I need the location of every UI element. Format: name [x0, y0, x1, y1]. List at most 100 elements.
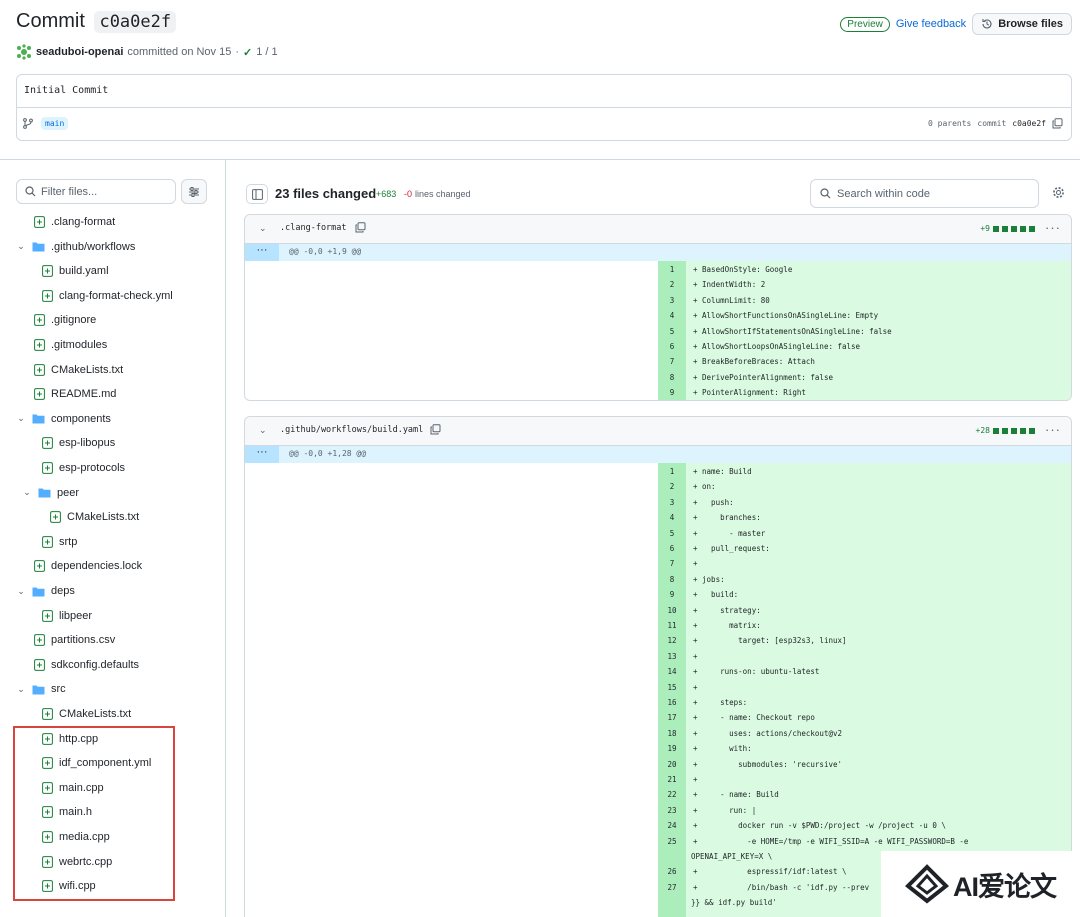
author-link[interactable]: seaduboi-openai [36, 46, 123, 58]
line-number[interactable]: 16 [658, 698, 686, 707]
line-number[interactable]: 2 [658, 280, 686, 289]
expand-hunk-button[interactable]: ··· [245, 446, 279, 463]
tree-folder[interactable]: ⌄ peer [22, 483, 79, 503]
line-number[interactable]: 25 [658, 837, 686, 846]
code-line: + runs-on: ubuntu-latest [693, 667, 820, 677]
tree-file[interactable]: srtp [42, 532, 77, 552]
tree-file[interactable]: CMakeLists.txt [42, 704, 131, 724]
line-number[interactable]: 24 [658, 821, 686, 830]
expand-hunk-button[interactable]: ··· [245, 244, 279, 261]
tree-file[interactable]: sdkconfig.defaults [34, 655, 139, 675]
tree-file[interactable]: esp-protocols [42, 458, 125, 478]
tree-item-label: src [51, 683, 66, 696]
chevron-down-icon[interactable]: ⌄ [16, 241, 26, 252]
file-added-icon [34, 388, 45, 401]
avatar[interactable] [16, 44, 32, 60]
line-number[interactable]: 22 [658, 790, 686, 799]
toggle-tree-button[interactable] [246, 184, 268, 204]
tree-file[interactable]: README.md [34, 384, 116, 404]
line-number[interactable]: 7 [658, 559, 686, 568]
commit-box: Initial Commit main 0 parents commit c0a… [16, 74, 1072, 141]
tree-folder[interactable]: ⌄ components [16, 409, 111, 429]
tree-file[interactable]: clang-format-check.yml [42, 286, 173, 306]
chevron-down-icon[interactable]: ⌄ [16, 413, 26, 424]
code-line: + BasedOnStyle: Google [693, 265, 793, 274]
chevron-down-icon[interactable]: ⌄ [16, 684, 26, 695]
line-number[interactable]: 8 [658, 575, 686, 584]
tree-file[interactable]: CMakeLists.txt [50, 507, 139, 527]
collapse-chevron-icon[interactable]: ⌄ [259, 425, 267, 436]
tree-file[interactable]: libpeer [42, 606, 92, 626]
filter-files-input[interactable]: Filter files... [16, 179, 176, 204]
diff-file-name[interactable]: .github/workflows/build.yaml [280, 425, 423, 435]
check-icon[interactable]: ✓ [243, 46, 252, 59]
tree-folder[interactable]: ⌄ deps [16, 581, 75, 601]
line-number[interactable]: 5 [658, 529, 686, 538]
line-number[interactable]: 3 [658, 498, 686, 507]
line-number[interactable]: 17 [658, 713, 686, 722]
line-number[interactable]: 12 [658, 636, 686, 645]
line-number[interactable]: 9 [658, 590, 686, 599]
tree-file[interactable]: .gitignore [34, 310, 96, 330]
line-number[interactable]: 9 [658, 388, 686, 397]
line-number[interactable]: 14 [658, 667, 686, 676]
tree-file[interactable]: .clang-format [34, 212, 115, 232]
code-line: + AllowShortFunctionsOnASingleLine: Empt… [693, 311, 879, 321]
tree-file[interactable]: CMakeLists.txt [34, 360, 123, 380]
more-options-icon[interactable]: ··· [1045, 422, 1061, 437]
line-number[interactable]: 23 [658, 806, 686, 815]
tree-file[interactable]: dependencies.lock [34, 556, 142, 576]
tree-item-label: srtp [59, 535, 78, 548]
line-number[interactable]: 1 [658, 467, 686, 476]
line-number[interactable]: 11 [658, 621, 686, 630]
line-number[interactable]: 7 [658, 357, 686, 366]
line-number[interactable]: 4 [658, 513, 686, 522]
line-number[interactable]: 1 [658, 265, 686, 274]
copy-icon[interactable] [1052, 118, 1063, 129]
chevron-down-icon[interactable]: ⌄ [22, 487, 32, 498]
line-number[interactable]: 15 [658, 683, 686, 692]
line-number[interactable]: 27 [658, 883, 686, 892]
checks-count[interactable]: 1 / 1 [256, 46, 277, 58]
line-number[interactable]: 26 [658, 867, 686, 876]
browse-files-button[interactable]: Browse files [972, 13, 1072, 35]
copy-path-icon[interactable] [355, 222, 366, 233]
gear-icon[interactable] [1052, 186, 1065, 199]
chevron-down-icon[interactable]: ⌄ [16, 586, 26, 597]
copy-path-icon[interactable] [430, 424, 441, 435]
file-added-icon [34, 634, 45, 647]
line-number[interactable]: 6 [658, 544, 686, 553]
line-number[interactable]: 3 [658, 296, 686, 305]
tree-folder[interactable]: ⌄ .github/workflows [16, 237, 135, 257]
filter-options-button[interactable] [181, 179, 207, 204]
logo-icon [905, 864, 949, 904]
line-number[interactable]: 20 [658, 760, 686, 769]
line-number[interactable]: 13 [658, 652, 686, 661]
code-line: + run: | [693, 805, 757, 815]
code-line: + branches: [693, 513, 761, 523]
line-number[interactable]: 8 [658, 373, 686, 382]
diff-stat: +9 [980, 224, 1035, 233]
collapse-chevron-icon[interactable]: ⌄ [259, 223, 267, 234]
commit-message: Initial Commit [24, 85, 109, 96]
line-number[interactable]: 4 [658, 311, 686, 320]
line-number[interactable]: 2 [658, 482, 686, 491]
line-number[interactable]: 5 [658, 327, 686, 336]
branch-pill[interactable]: main [41, 117, 69, 130]
line-number[interactable]: 21 [658, 775, 686, 784]
tree-file[interactable]: build.yaml [42, 261, 109, 281]
tree-folder[interactable]: ⌄ src [16, 679, 66, 699]
search-code-input[interactable]: Search within code [810, 179, 1039, 208]
tree-file[interactable]: .gitmodules [34, 335, 107, 355]
line-number[interactable]: 18 [658, 729, 686, 738]
tree-item-label: .clang-format [51, 216, 116, 228]
give-feedback-link[interactable]: Give feedback [896, 18, 966, 30]
tree-file[interactable]: partitions.csv [34, 630, 115, 650]
line-number[interactable]: 10 [658, 606, 686, 615]
more-options-icon[interactable]: ··· [1045, 220, 1061, 235]
diff-file-name[interactable]: .clang-format [280, 223, 347, 233]
file-added-icon [34, 216, 45, 228]
line-number[interactable]: 6 [658, 342, 686, 351]
line-number[interactable]: 19 [658, 744, 686, 753]
tree-file[interactable]: esp-libopus [42, 433, 115, 453]
